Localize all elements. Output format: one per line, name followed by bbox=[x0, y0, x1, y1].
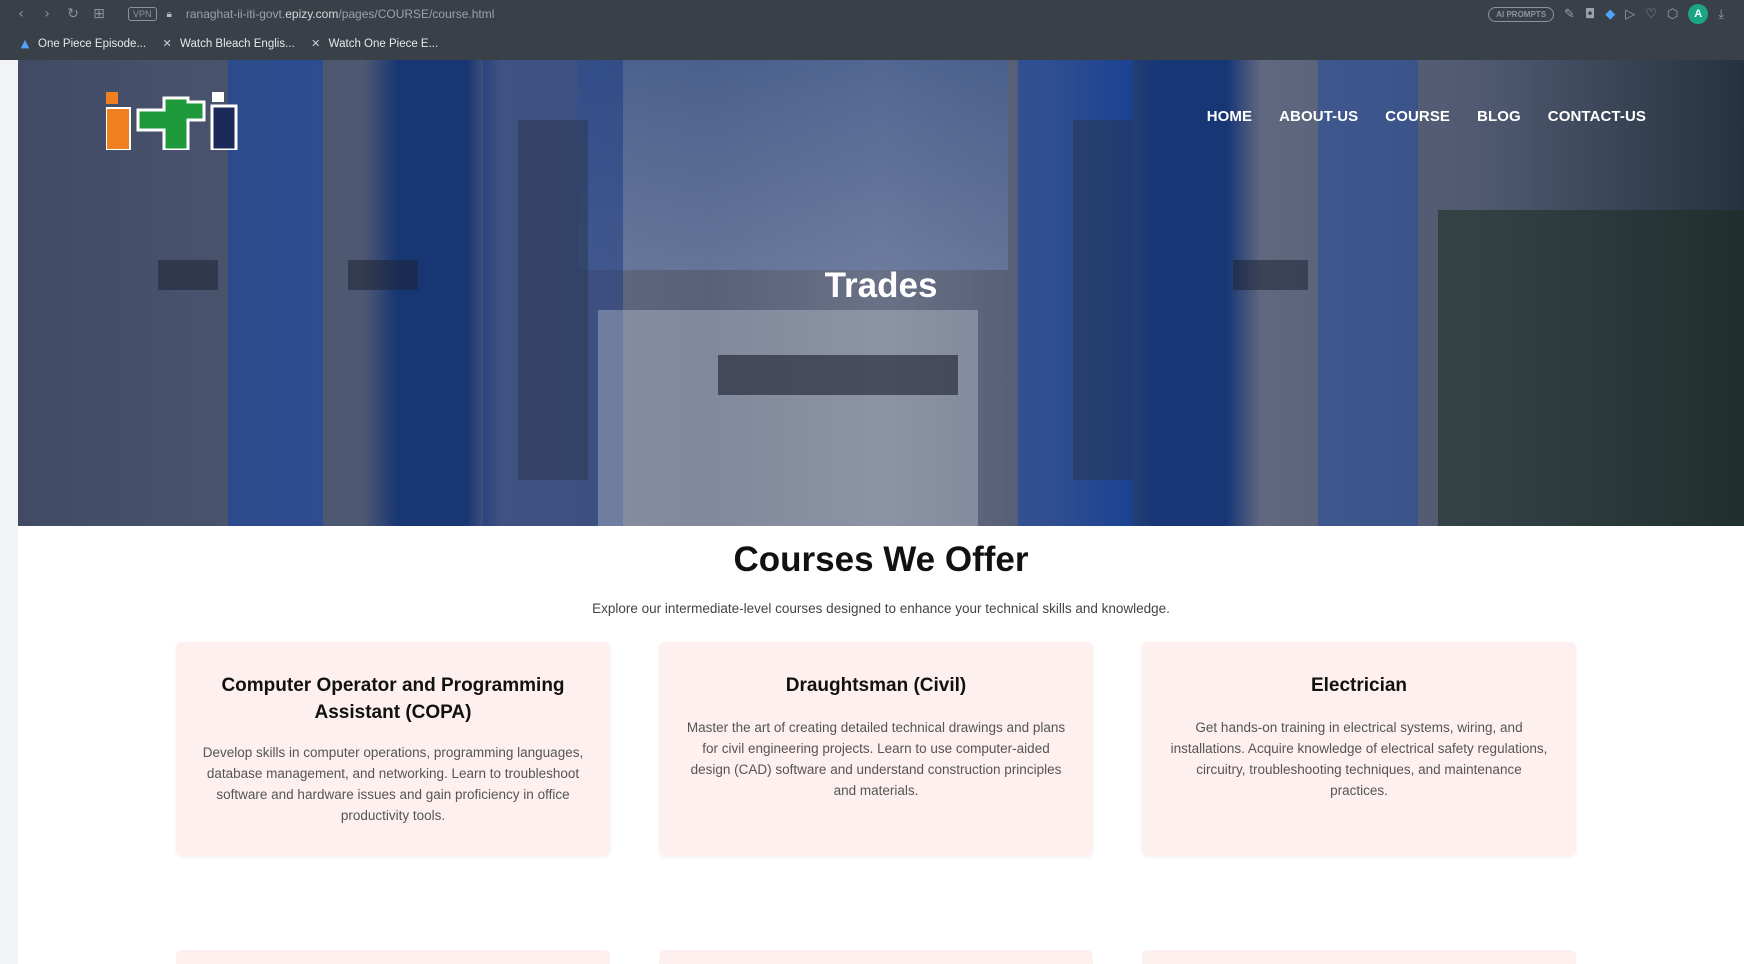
x-icon: ✕ bbox=[311, 37, 321, 50]
shield-icon[interactable]: ◆ bbox=[1605, 7, 1615, 22]
course-card-partial[interactable] bbox=[659, 950, 1093, 964]
browser-chrome: ‹ › ↻ ⊞ VPN 🔒︎ ranaghat-ii-iti-govt.epiz… bbox=[0, 0, 1744, 60]
lock-icon[interactable]: 🔒︎ bbox=[167, 9, 172, 20]
nav-about-us[interactable]: ABOUT-US bbox=[1279, 108, 1358, 125]
reload-icon[interactable]: ↻ bbox=[60, 1, 86, 27]
ai-prompts-button[interactable]: AI PROMPTS bbox=[1488, 6, 1555, 22]
bookmark-label: One Piece Episode... bbox=[38, 38, 147, 50]
forward-icon[interactable]: › bbox=[34, 1, 60, 27]
course-title: Electrician bbox=[1310, 675, 1408, 696]
address-bar[interactable]: ranaghat-ii-iti-govt.epizy.com/pages/COU… bbox=[186, 7, 495, 21]
main-nav: HOME ABOUT-US COURSE BLOG CONTACT-US bbox=[1207, 108, 1646, 125]
nav-home[interactable]: HOME bbox=[1207, 108, 1252, 125]
browser-window: ‹ › ↻ ⊞ VPN 🔒︎ ranaghat-ii-iti-govt.epiz… bbox=[0, 0, 1744, 964]
hero-banner: HOME ABOUT-US COURSE BLOG CONTACT-US Tra… bbox=[18, 60, 1744, 526]
bookmark-label: Watch One Piece E... bbox=[328, 38, 439, 50]
course-card-draughtsman[interactable]: Draughtsman (Civil) Master the art of cr… bbox=[659, 642, 1093, 856]
edit-icon[interactable]: ✎ bbox=[1564, 7, 1575, 22]
course-card-partial[interactable] bbox=[176, 950, 610, 964]
heart-icon[interactable]: ♡ bbox=[1645, 7, 1657, 22]
course-card-electrician[interactable]: Electrician Get hands-on training in ele… bbox=[1142, 642, 1576, 856]
nav-blog[interactable]: BLOG bbox=[1477, 108, 1521, 125]
bookmark-item[interactable]: ✕ Watch Bleach Englis... bbox=[160, 37, 295, 51]
download-icon[interactable]: ⤓ bbox=[1718, 7, 1724, 22]
toolbar: AI PROMPTS ✎ ◘ ◆ ▷ ♡ ⬡ A ⤓ bbox=[1488, 4, 1724, 24]
camera-icon[interactable]: ◘ bbox=[1585, 7, 1595, 22]
section-title: Courses We Offer bbox=[733, 540, 1029, 579]
url-path: /pages/COURSE/course.html bbox=[338, 7, 495, 21]
bookmark-item[interactable]: ✕ Watch One Piece E... bbox=[309, 37, 439, 51]
nav-contact-us[interactable]: CONTACT-US bbox=[1548, 108, 1646, 125]
hero-balcony bbox=[598, 310, 978, 526]
x-icon: ✕ bbox=[162, 37, 172, 50]
back-icon[interactable]: ‹ bbox=[8, 1, 34, 27]
bookmarks-bar: ▲ One Piece Episode... ✕ Watch Bleach En… bbox=[0, 32, 438, 56]
hero-sky bbox=[578, 60, 1008, 270]
course-description: Get hands-on training in electrical syst… bbox=[1170, 720, 1548, 798]
course-title: Computer Operator and Programming Assist… bbox=[221, 675, 565, 723]
url-prefix: ranaghat-ii-iti-govt. bbox=[185, 7, 286, 21]
send-icon[interactable]: ▷ bbox=[1625, 7, 1635, 22]
hero-window bbox=[1438, 210, 1744, 526]
vpn-badge[interactable]: VPN bbox=[128, 7, 157, 21]
url-domain: epizy.com bbox=[285, 7, 339, 21]
course-description: Develop skills in computer operations, p… bbox=[202, 745, 584, 823]
course-card-partial[interactable] bbox=[1142, 950, 1576, 964]
tabs-grid-icon[interactable]: ⊞ bbox=[86, 1, 112, 27]
web-page: HOME ABOUT-US COURSE BLOG CONTACT-US Tra… bbox=[18, 60, 1744, 964]
section-subtitle: Explore our intermediate-level courses d… bbox=[592, 601, 1170, 616]
a-icon: ▲ bbox=[20, 37, 30, 50]
course-title: Draughtsman (Civil) bbox=[785, 675, 967, 696]
address-row: ‹ › ↻ ⊞ VPN 🔒︎ ranaghat-ii-iti-govt.epiz… bbox=[0, 0, 1744, 28]
hero-title: Trades bbox=[824, 266, 938, 305]
profile-avatar[interactable]: A bbox=[1688, 4, 1709, 24]
hero-window bbox=[718, 355, 958, 395]
nav-course[interactable]: COURSE bbox=[1385, 108, 1450, 125]
iti-logo[interactable] bbox=[106, 92, 246, 150]
course-description: Master the art of creating detailed tech… bbox=[686, 720, 1066, 798]
bookmark-item[interactable]: ▲ One Piece Episode... bbox=[18, 37, 146, 51]
course-card-copa[interactable]: Computer Operator and Programming Assist… bbox=[176, 642, 610, 856]
bookmark-label: Watch Bleach Englis... bbox=[180, 38, 295, 50]
cube-icon[interactable]: ⬡ bbox=[1667, 7, 1678, 22]
